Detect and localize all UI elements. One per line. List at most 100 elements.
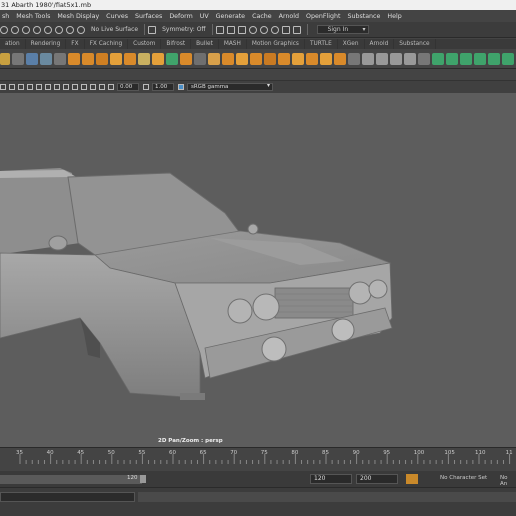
shelf-tab-motion-graphics[interactable]: Motion Graphics	[247, 39, 305, 49]
mesh-tool-icon[interactable]	[40, 52, 52, 65]
gamma-icon[interactable]	[143, 84, 149, 90]
paint-icon[interactable]	[404, 52, 416, 65]
viewport-panel[interactable]	[0, 93, 516, 447]
range-slider[interactable]	[0, 475, 142, 484]
record-icon[interactable]	[270, 25, 279, 34]
combine-icon[interactable]	[68, 52, 80, 65]
hypershade-icon[interactable]	[248, 25, 257, 34]
shelf-tab-rendering[interactable]: Rendering	[26, 39, 67, 49]
arnold-render-icon[interactable]	[259, 25, 268, 34]
extract-icon[interactable]	[96, 52, 108, 65]
lights-icon[interactable]	[63, 84, 69, 90]
playblast-icon[interactable]	[292, 25, 301, 34]
menu-item-mesh-display[interactable]: Mesh Display	[57, 13, 99, 20]
exposure-icon[interactable]	[108, 84, 114, 90]
shadows-icon[interactable]	[72, 84, 78, 90]
snap-curve-icon[interactable]	[22, 25, 30, 34]
time-slider[interactable]: 35 40 45 50 55 60 65 70 75 80 85 90 95 100 105 110 11	[0, 447, 516, 471]
render-settings-icon[interactable]	[237, 25, 246, 34]
menu-item-substance[interactable]: Substance	[347, 13, 380, 20]
symmetry-icon[interactable]	[148, 25, 157, 34]
snap-grid-icon[interactable]	[33, 25, 41, 34]
select-icon[interactable]	[11, 25, 19, 34]
menu-item-uv[interactable]: UV	[200, 13, 209, 20]
wedge-icon[interactable]	[334, 52, 346, 65]
camera-attributes-icon[interactable]	[0, 84, 6, 90]
color-space-dropdown[interactable]: sRGB gamma	[187, 83, 273, 91]
menu-item-curves[interactable]: Curves	[106, 13, 128, 20]
isolate-icon[interactable]	[99, 84, 105, 90]
bevel-icon[interactable]	[152, 52, 164, 65]
sign-in-dropdown[interactable]: Sign In	[316, 25, 369, 34]
target-weld-icon[interactable]	[222, 52, 234, 65]
snap-view-icon[interactable]	[55, 25, 63, 34]
image-plane-icon[interactable]	[18, 84, 24, 90]
crease-icon[interactable]	[362, 52, 374, 65]
snap-point-icon[interactable]	[44, 25, 52, 34]
menu-item-mesh-tools[interactable]: Mesh Tools	[16, 13, 50, 20]
shelf-tab-bifrost[interactable]: Bifrost	[161, 39, 192, 49]
multi-cut-icon[interactable]	[208, 52, 220, 65]
shelf-tab-xgen[interactable]: XGen	[338, 39, 365, 49]
ipr-render-icon[interactable]	[226, 25, 235, 34]
shelf-tab-arnold[interactable]: Arnold	[365, 39, 395, 49]
shelf-tab-animation[interactable]: ation	[0, 39, 26, 49]
symmetry-tool-icon[interactable]	[376, 52, 388, 65]
xray-icon[interactable]	[90, 84, 96, 90]
pin-icon[interactable]	[390, 52, 402, 65]
fill-hole-icon[interactable]	[138, 52, 150, 65]
slide-edge-icon[interactable]	[306, 52, 318, 65]
gamma-field[interactable]: 1.00	[152, 83, 174, 91]
sculpt-icon[interactable]	[12, 52, 24, 65]
svg-icon[interactable]	[0, 52, 10, 65]
cylindrical-map-icon[interactable]	[460, 52, 472, 65]
car-model-render[interactable]	[0, 93, 516, 447]
symmetry-label[interactable]: Symmetry: Off	[162, 26, 205, 33]
mirror-icon[interactable]	[124, 52, 136, 65]
unfold-icon[interactable]	[502, 52, 514, 65]
separate-icon[interactable]	[82, 52, 94, 65]
edge-loop-icon[interactable]	[264, 52, 276, 65]
bookmark-icon[interactable]	[9, 84, 15, 90]
menu-item-openflight[interactable]: OpenFlight	[306, 13, 340, 20]
menu-item-surfaces[interactable]: Surfaces	[135, 13, 162, 20]
extrude-icon[interactable]	[180, 52, 192, 65]
boolean-icon[interactable]	[110, 52, 122, 65]
grid-icon[interactable]	[27, 84, 33, 90]
auto-map-icon[interactable]	[488, 52, 500, 65]
live-surface-icon[interactable]	[77, 25, 85, 34]
shelf-tab-substance[interactable]: Substance	[394, 39, 436, 49]
connect-icon[interactable]	[236, 52, 248, 65]
anim-layer-dropdown[interactable]: No An	[500, 475, 516, 487]
lasso-icon[interactable]	[0, 25, 8, 34]
uv-editor-icon[interactable]	[432, 52, 444, 65]
live-surface-label[interactable]: No Live Surface	[91, 26, 138, 33]
wireframe-icon[interactable]	[36, 84, 42, 90]
ambient-occlusion-icon[interactable]	[81, 84, 87, 90]
planar-map-icon[interactable]	[446, 52, 458, 65]
menu-item-arnold[interactable]: Arnold	[279, 13, 299, 20]
auto-key-icon[interactable]	[406, 474, 418, 484]
shelf-tab-fx[interactable]: FX	[66, 39, 85, 49]
shelf-tab-turtle[interactable]: TURTLE	[305, 39, 338, 49]
render-icon[interactable]	[215, 25, 224, 34]
range-slider-handle[interactable]	[140, 475, 146, 483]
menu-item-generate[interactable]: Generate	[216, 13, 245, 20]
shelf-tab-bullet[interactable]: Bullet	[191, 39, 219, 49]
pause-icon[interactable]	[281, 25, 290, 34]
shelf-tab-fx-caching[interactable]: FX Caching	[85, 39, 129, 49]
shelf-tab-custom[interactable]: Custom	[128, 39, 162, 49]
insert-loop-icon[interactable]	[292, 52, 304, 65]
spherical-map-icon[interactable]	[474, 52, 486, 65]
character-set-dropdown[interactable]: No Character Set	[440, 475, 487, 481]
smooth-icon[interactable]	[26, 52, 38, 65]
offset-loop-icon[interactable]	[278, 52, 290, 65]
smooth-shade-icon[interactable]	[45, 84, 51, 90]
animation-end-field[interactable]: 120	[310, 474, 352, 484]
exposure-field[interactable]: 0.00	[117, 83, 139, 91]
command-line-input[interactable]	[0, 492, 135, 502]
menu-item-cache[interactable]: Cache	[252, 13, 272, 20]
color-management-icon[interactable]	[178, 84, 184, 90]
menu-item-help[interactable]: Help	[387, 13, 401, 20]
playback-max-field[interactable]: 200	[356, 474, 398, 484]
